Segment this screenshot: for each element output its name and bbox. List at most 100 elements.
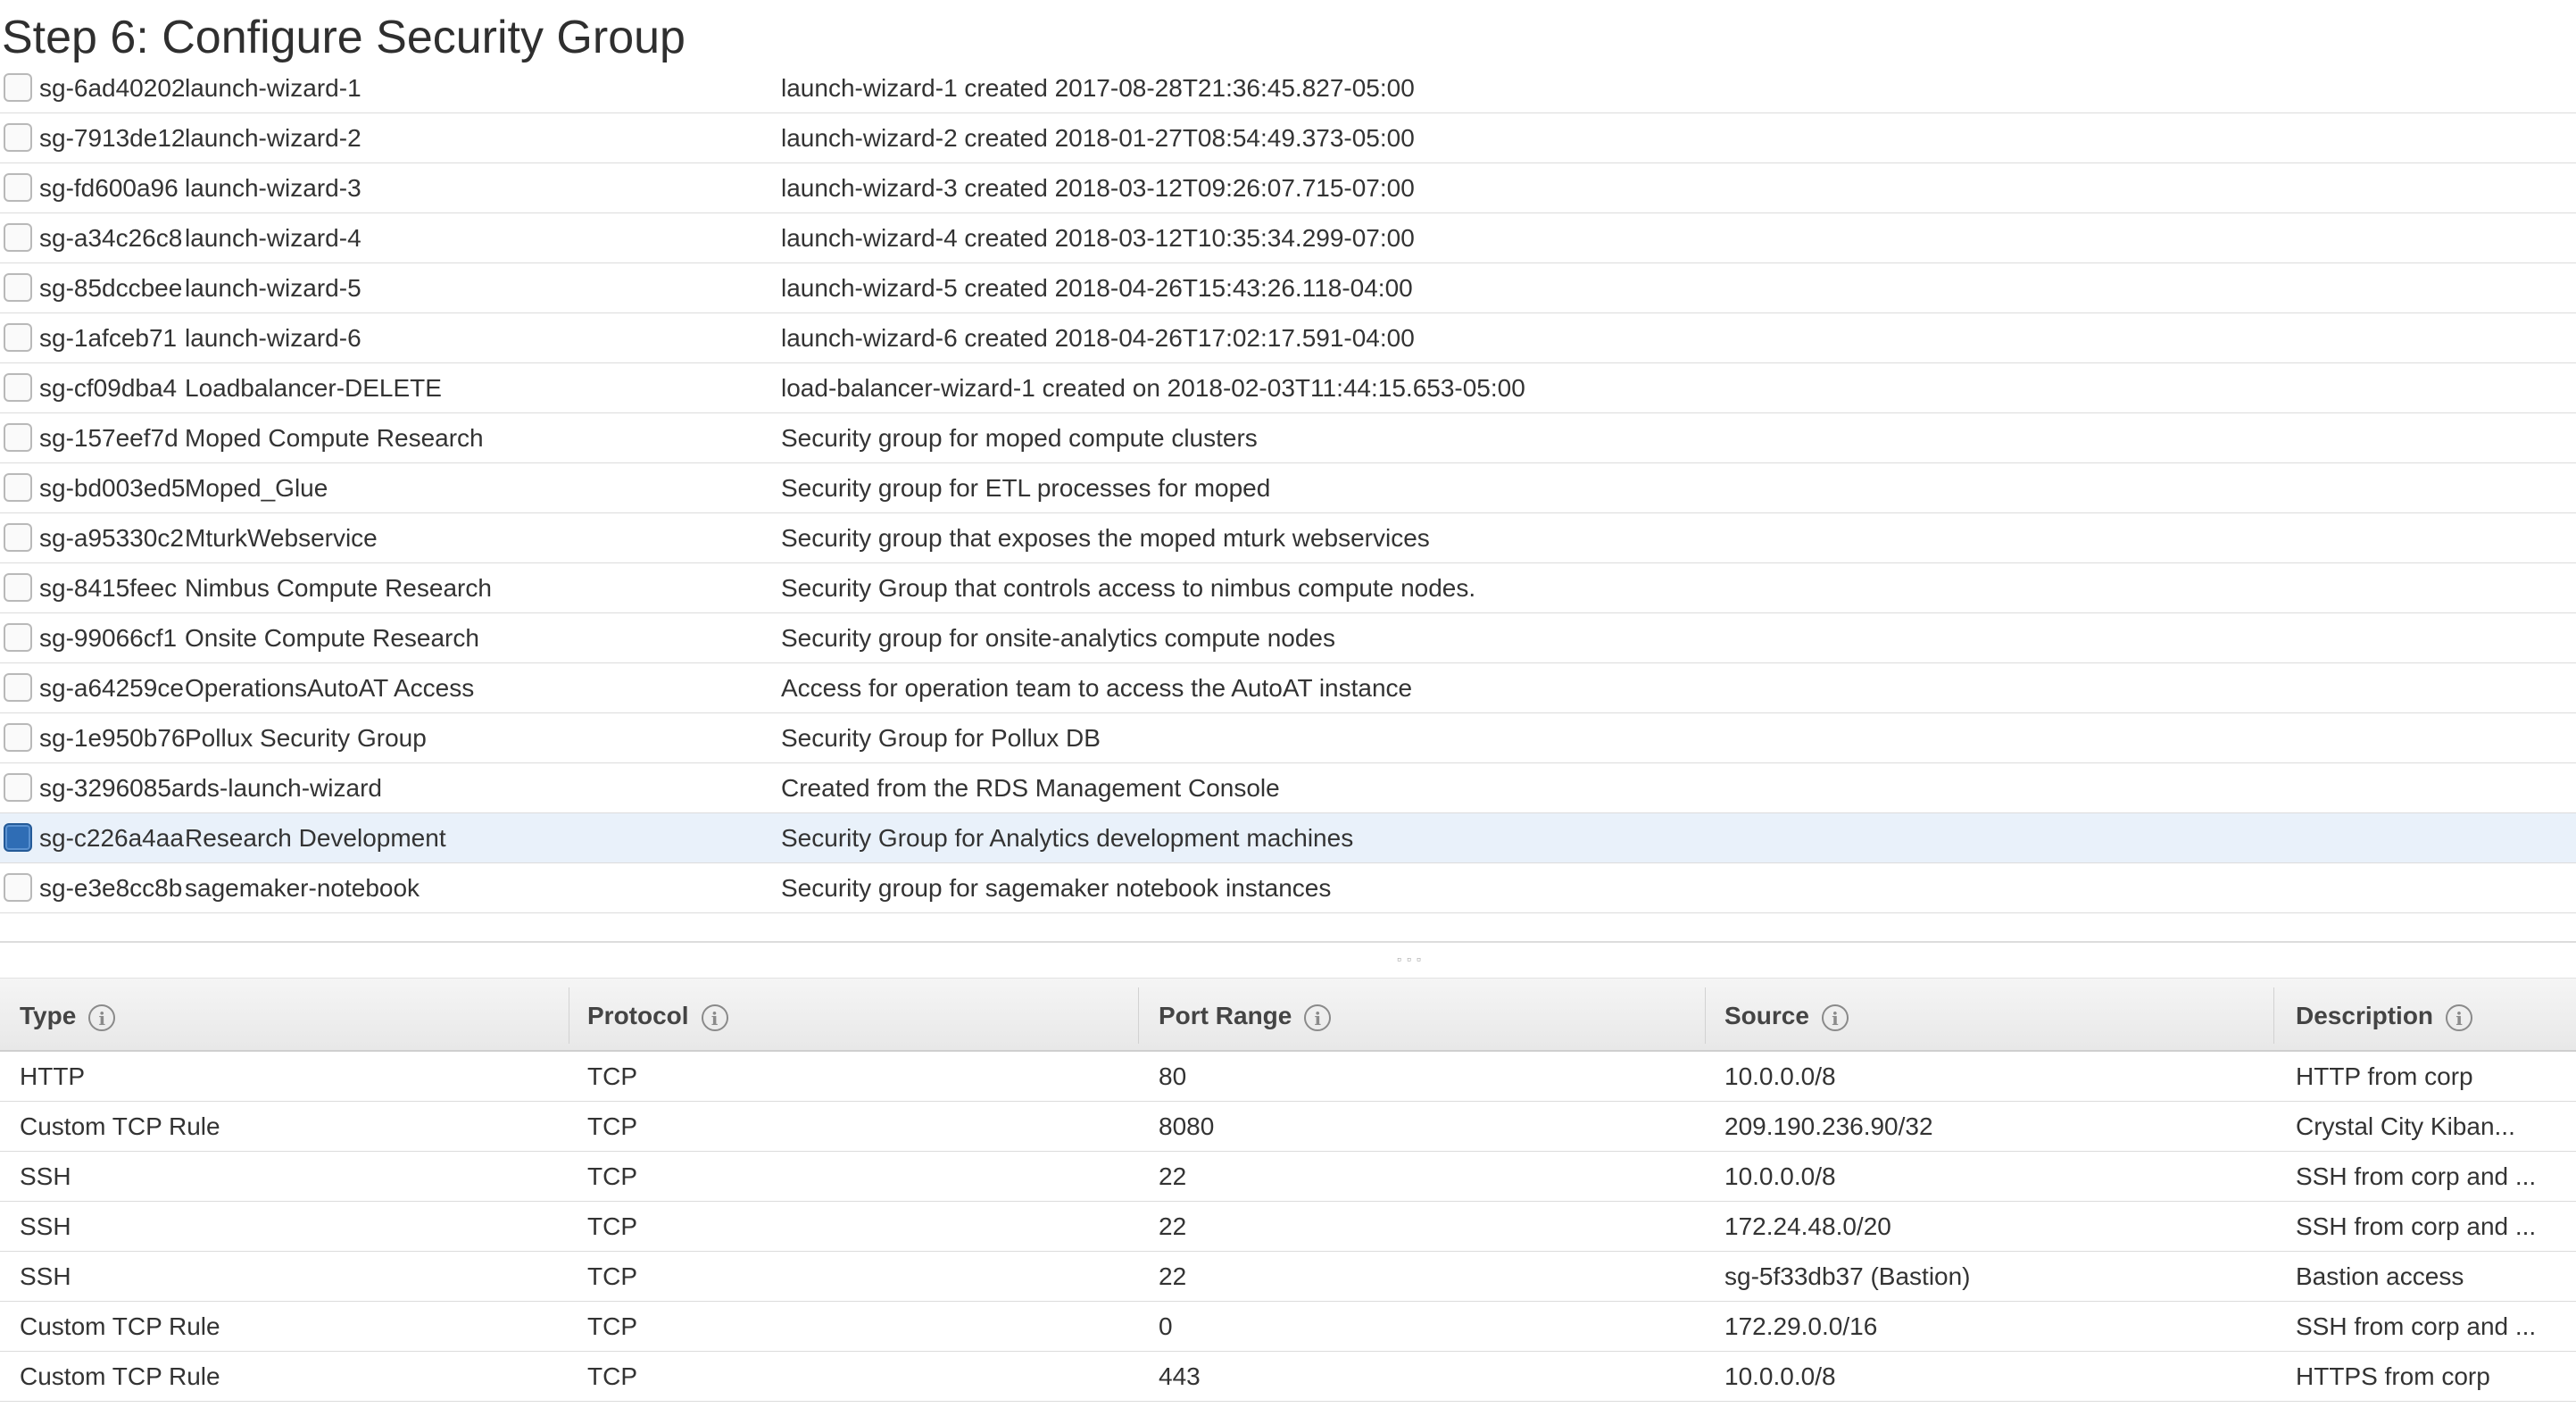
security-group-name: Moped_Glue: [185, 474, 328, 502]
column-header: Description i: [2296, 979, 2473, 1053]
rule-cell: Custom TCP Rule: [20, 1362, 220, 1390]
rule-cell: HTTPS from corp: [2296, 1362, 2490, 1390]
security-group-name: Nimbus Compute Research: [185, 574, 492, 602]
info-icon[interactable]: i: [88, 1004, 116, 1031]
rule-cell: SSH from corp and ...: [2296, 1312, 2537, 1340]
security-group-row[interactable]: sg-99066cf1 Onsite Compute Research Securi…: [0, 613, 2576, 663]
security-group-id: sg-8415feec: [39, 574, 178, 602]
security-group-row[interactable]: sg-7913de12 launch-wizard-2 launch-wizard-…: [0, 113, 2576, 163]
security-group-row[interactable]: sg-c226a4aa Research Development Security …: [0, 813, 2576, 863]
security-group-name: launch-wizard-3: [185, 174, 361, 202]
security-group-row[interactable]: sg-1e950b76 Pollux Security Group Security…: [0, 713, 2576, 763]
rule-row: Custom TCP Rule TCP 443 10.0.0.0/8 HTTPS fro…: [0, 1352, 2576, 1402]
security-group-checkbox[interactable]: [4, 573, 32, 602]
security-group-row[interactable]: sg-a64259ce OperationsAutoAT Access Access…: [0, 663, 2576, 713]
security-group-description: launch-wizard-2 created 2018-01-27T08:54…: [781, 124, 1415, 152]
security-group-checkbox[interactable]: [4, 273, 32, 302]
security-group-checkbox[interactable]: [4, 773, 32, 802]
security-group-row[interactable]: sg-fd600a96 launch-wizard-3 launch-wizard-…: [0, 163, 2576, 213]
security-group-row[interactable]: sg-cf09dba4 Loadbalancer-DELETE load-balan…: [0, 363, 2576, 413]
rule-cell: SSH: [20, 1162, 71, 1190]
security-group-row[interactable]: sg-157eef7d Moped Compute Research Securit…: [0, 413, 2576, 463]
security-group-checkbox[interactable]: [4, 73, 32, 102]
security-group-checkbox[interactable]: [4, 873, 32, 902]
info-icon[interactable]: i: [1821, 1004, 1849, 1031]
security-group-checkbox[interactable]: [4, 223, 32, 252]
column-header: Port Range i: [1159, 979, 1332, 1053]
column-divider[interactable]: [2273, 987, 2274, 1044]
security-group-row[interactable]: sg-6ad40202 launch-wizard-1 launch-wizard-…: [0, 63, 2576, 113]
security-group-row[interactable]: sg-1afceb71 launch-wizard-6 launch-wizard-…: [0, 313, 2576, 363]
rule-cell: sg-5f33db37 (Bastion): [1724, 1262, 1971, 1290]
column-divider[interactable]: [1138, 987, 1139, 1044]
rule-cell: Custom TCP Rule: [20, 1312, 220, 1340]
security-group-row[interactable]: sg-8415feec Nimbus Compute Research Securi…: [0, 563, 2576, 613]
rule-cell: 172.29.0.0/16: [1724, 1312, 1878, 1340]
rule-cell: HTTP from corp: [2296, 1062, 2473, 1090]
security-group-id: sg-cf09dba4: [39, 374, 178, 402]
pane-splitter[interactable]: ▫▫▫: [0, 941, 2576, 970]
info-icon[interactable]: i: [2446, 1004, 2473, 1031]
rule-cell: SSH: [20, 1262, 71, 1290]
drag-handle-icon[interactable]: ▫▫▫: [1397, 952, 1426, 966]
rule-cell: Crystal City Kiban...: [2296, 1112, 2515, 1140]
security-group-id: sg-a95330c2: [39, 524, 184, 552]
rule-cell: 10.0.0.0/8: [1724, 1062, 1836, 1090]
rule-cell: SSH: [20, 1212, 71, 1240]
security-group-checkbox[interactable]: [4, 173, 32, 202]
rule-cell: 22: [1159, 1212, 1187, 1240]
security-group-name: rds-launch-wizard: [185, 774, 382, 802]
security-group-name: launch-wizard-2: [185, 124, 361, 152]
security-group-id: sg-7913de12: [39, 124, 186, 152]
rule-cell: TCP: [587, 1262, 637, 1290]
rule-cell: 10.0.0.0/8: [1724, 1362, 1836, 1390]
security-group-name: Moped Compute Research: [185, 424, 484, 452]
info-icon[interactable]: i: [701, 1004, 728, 1031]
rule-cell: 172.24.48.0/20: [1724, 1212, 1891, 1240]
column-header-label: Description: [2296, 1002, 2434, 1029]
rule-cell: 0: [1159, 1312, 1173, 1340]
security-group-row[interactable]: sg-bd003ed5 Moped_Glue Security group for …: [0, 463, 2576, 513]
security-group-name: launch-wizard-4: [185, 224, 361, 252]
security-group-description: Security Group for Pollux DB: [781, 724, 1101, 752]
security-group-description: launch-wizard-4 created 2018-03-12T10:35…: [781, 224, 1415, 252]
security-group-checkbox[interactable]: [4, 373, 32, 402]
column-divider[interactable]: [1705, 987, 1706, 1044]
column-header-label: Type: [20, 1002, 77, 1029]
rule-cell: 10.0.0.0/8: [1724, 1162, 1836, 1190]
security-group-description: Security group for sagemaker notebook in…: [781, 874, 1332, 902]
security-group-row[interactable]: sg-a34c26c8 launch-wizard-4 launch-wizard-…: [0, 213, 2576, 263]
info-icon[interactable]: i: [1304, 1004, 1332, 1031]
security-group-checkbox[interactable]: [4, 123, 32, 152]
security-group-checkbox[interactable]: [4, 823, 32, 852]
security-group-description: Security group that exposes the moped mt…: [781, 524, 1430, 552]
column-header: Source i: [1724, 979, 1849, 1053]
security-group-name: launch-wizard-1: [185, 74, 361, 102]
column-header-label: Source: [1724, 1002, 1809, 1029]
security-group-row[interactable]: sg-3296085a rds-launch-wizard Created from…: [0, 763, 2576, 813]
security-group-checkbox[interactable]: [4, 523, 32, 552]
security-group-row[interactable]: sg-85dccbee launch-wizard-5 launch-wizard-…: [0, 263, 2576, 313]
security-group-name: MturkWebservice: [185, 524, 378, 552]
security-group-checkbox[interactable]: [4, 323, 32, 352]
rule-cell: TCP: [587, 1362, 637, 1390]
security-group-name: launch-wizard-6: [185, 324, 361, 352]
rule-row: HTTP TCP 80 10.0.0.0/8 HTTP from corp: [0, 1052, 2576, 1102]
security-group-id: sg-3296085a: [39, 774, 186, 802]
security-group-row[interactable]: sg-a95330c2 MturkWebservice Security group…: [0, 513, 2576, 563]
rule-cell: 209.190.236.90/32: [1724, 1112, 1933, 1140]
page-title: Step 6: Configure Security Group: [2, 12, 686, 63]
rule-cell: 22: [1159, 1162, 1187, 1190]
security-group-description: launch-wizard-5 created 2018-04-26T15:43…: [781, 274, 1413, 302]
rule-cell: 80: [1159, 1062, 1187, 1090]
security-group-checkbox[interactable]: [4, 473, 32, 502]
security-group-checkbox[interactable]: [4, 673, 32, 702]
rule-cell: TCP: [587, 1212, 637, 1240]
rules-table-body: HTTP TCP 80 10.0.0.0/8 HTTP from corp Custom …: [0, 1052, 2576, 1402]
security-group-checkbox[interactable]: [4, 723, 32, 752]
security-group-name: Research Development: [185, 824, 446, 852]
security-group-checkbox[interactable]: [4, 623, 32, 652]
security-group-checkbox[interactable]: [4, 423, 32, 452]
security-group-id: sg-fd600a96: [39, 174, 179, 202]
security-group-row[interactable]: sg-e3e8cc8b sagemaker-notebook Security gr…: [0, 863, 2576, 913]
